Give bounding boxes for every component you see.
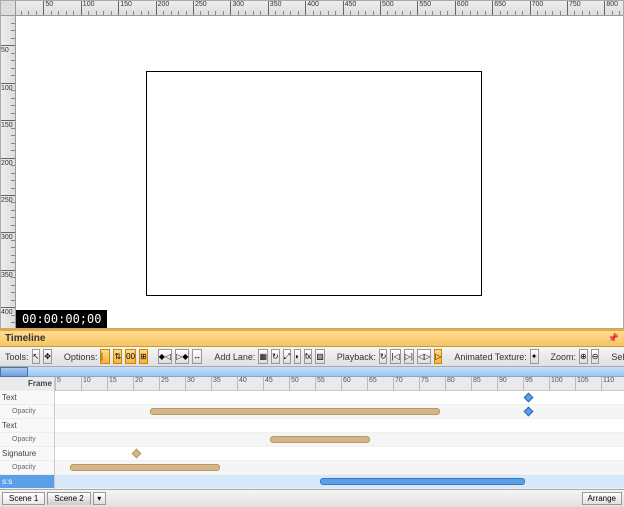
scene-tab-1[interactable]: Scene 1 xyxy=(2,492,45,505)
addlane-label: Add Lane: xyxy=(214,352,255,362)
next-key-icon[interactable]: ▷◆ xyxy=(175,349,189,364)
timeline-title: Timeline xyxy=(5,333,45,344)
add-color-lane-icon[interactable]: ▧ xyxy=(315,349,325,364)
clip[interactable] xyxy=(320,478,525,485)
track-labels: Frame Text Opacity Text Opacity Signatur… xyxy=(0,377,55,489)
track-signature[interactable] xyxy=(55,447,624,461)
zoom-in-icon[interactable]: ⊕ xyxy=(579,349,588,364)
keyframe[interactable] xyxy=(524,407,534,417)
timeline-panel: Timeline 📌 Tools: ↖ ✥ Options: ⎸ ⇅ 00 ⊞ … xyxy=(0,329,624,507)
go-end-icon[interactable]: ▷| xyxy=(404,349,414,364)
pin-icon[interactable]: 📌 xyxy=(608,333,619,344)
timecode-display: 00:00:00;00 xyxy=(16,310,107,328)
track-ss[interactable] xyxy=(55,475,624,489)
loop-icon[interactable]: ↻ xyxy=(379,349,388,364)
track-opacity3[interactable] xyxy=(55,461,624,475)
track-label-opacity2[interactable]: Opacity xyxy=(0,433,54,447)
frame-ruler[interactable]: 5101520253035404550556065707580859095100… xyxy=(55,377,624,391)
track-opacity2[interactable] xyxy=(55,433,624,447)
timeline-body: Frame Text Opacity Text Opacity Signatur… xyxy=(0,377,624,489)
zoom-out-icon[interactable]: ⊖ xyxy=(591,349,600,364)
link-option-icon[interactable]: ⇅ xyxy=(113,349,122,364)
track-label-opacity1[interactable]: Opacity xyxy=(0,405,54,419)
track-label-text1[interactable]: Text xyxy=(0,391,54,405)
timeline-title-bar[interactable]: Timeline 📌 xyxy=(0,331,624,347)
keyframe[interactable] xyxy=(524,393,534,403)
clip[interactable] xyxy=(70,464,220,471)
snap-option-icon[interactable]: ⎸ xyxy=(100,349,110,364)
timeline-scrubber[interactable] xyxy=(0,367,624,377)
prev-key-icon[interactable]: ◆◁ xyxy=(158,349,172,364)
play-icon[interactable]: ▷ xyxy=(434,349,442,364)
track-opacity1[interactable] xyxy=(55,405,624,419)
grid-option-icon[interactable]: ⊞ xyxy=(139,349,148,364)
timeline-toolbar: Tools: ↖ ✥ Options: ⎸ ⇅ 00 ⊞ ◆◁ ▷◆ ↔ Add… xyxy=(0,347,624,367)
track-label-text2[interactable]: Text xyxy=(0,419,54,433)
canvas-area: 0501001502002503003504004505005506006507… xyxy=(0,0,624,329)
add-opacity-lane-icon[interactable]: ◐ xyxy=(294,349,301,364)
track-label-signature[interactable]: Signature xyxy=(0,447,54,461)
ruler-vertical[interactable]: 050100150200250300350400 xyxy=(1,16,16,328)
frame-header: Frame xyxy=(0,377,54,391)
track-area[interactable]: 5101520253035404550556065707580859095100… xyxy=(55,377,624,489)
add-position-lane-icon[interactable]: ▦ xyxy=(258,349,268,364)
zoom-label: Zoom: xyxy=(551,352,577,362)
go-start-icon[interactable]: |◁ xyxy=(390,349,400,364)
track-text1[interactable] xyxy=(55,391,624,405)
ruler-corner xyxy=(1,1,16,16)
arrange-button[interactable]: Arrange xyxy=(582,492,622,505)
playback-label: Playback: xyxy=(337,352,376,362)
pointer-tool-icon[interactable]: ↖ xyxy=(32,349,41,364)
artboard[interactable] xyxy=(146,71,482,296)
options-label: Options: xyxy=(64,352,98,362)
clip[interactable] xyxy=(270,436,370,443)
keyframe[interactable] xyxy=(132,449,142,459)
move-tool-icon[interactable]: ✥ xyxy=(43,349,52,364)
scene-tab-2[interactable]: Scene 2 xyxy=(47,492,90,505)
animtex-icon[interactable]: ✦ xyxy=(530,349,539,364)
timeline-footer: Scene 1 Scene 2 ▾ Arrange xyxy=(0,489,624,507)
clip[interactable] xyxy=(150,408,440,415)
ruler-horizontal[interactable]: 0501001502002503003504004505005506006507… xyxy=(16,1,623,16)
stage[interactable]: 00:00:00;00 xyxy=(16,16,623,328)
tools-label: Tools: xyxy=(5,352,29,362)
animtex-label: Animated Texture: xyxy=(454,352,526,362)
scrub-handle[interactable] xyxy=(0,367,28,377)
expand-icon[interactable]: ↔ xyxy=(192,349,202,364)
add-rotate-lane-icon[interactable]: ↻ xyxy=(271,349,280,364)
play-range-icon[interactable]: ◁▷ xyxy=(417,349,431,364)
track-text2[interactable] xyxy=(55,419,624,433)
add-scene-icon[interactable]: ▾ xyxy=(93,492,106,505)
track-label-ss[interactable]: s:s xyxy=(0,475,54,489)
add-scale-lane-icon[interactable]: ⤢ xyxy=(283,349,291,364)
add-fx-lane-icon[interactable]: fx xyxy=(304,349,312,364)
track-label-opacity3[interactable]: Opacity xyxy=(0,461,54,475)
selection-label: Selection: xyxy=(611,352,624,362)
time-option-icon[interactable]: 00 xyxy=(125,349,136,364)
